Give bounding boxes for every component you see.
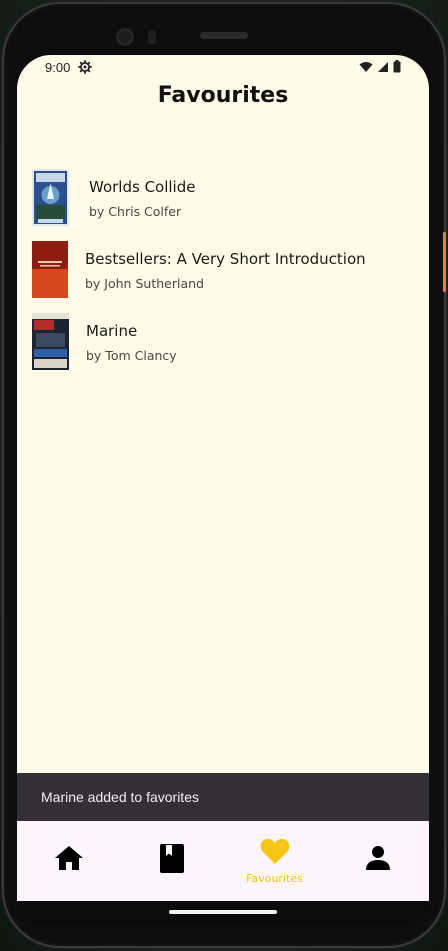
book-title: Worlds Collide (89, 178, 196, 196)
proximity-sensor (148, 30, 156, 44)
person-icon (365, 846, 390, 870)
power-button (443, 232, 446, 292)
wifi-icon (359, 61, 373, 72)
nav-home[interactable] (17, 821, 120, 901)
book-title: Bestsellers: A Very Short Introduction (85, 250, 366, 268)
heart-icon (260, 838, 289, 864)
nav-label-favourites: Favourites (246, 872, 303, 885)
nav-books[interactable] (120, 821, 223, 901)
book-cover (32, 241, 68, 298)
status-icons (359, 60, 401, 73)
snackbar: Marine added to favorites (17, 773, 429, 821)
book-author: by Chris Colfer (89, 204, 182, 219)
home-icon (54, 846, 83, 870)
signal-icon (378, 61, 388, 72)
favourite-item[interactable]: Bestsellers: A Very Short Introduction b… (17, 241, 429, 301)
status-time: 9:00 (45, 60, 71, 75)
book-cover (32, 313, 69, 370)
bottom-navigation: Favourites (17, 821, 429, 901)
earpiece-speaker (200, 32, 248, 39)
book-icon (159, 844, 184, 873)
favourite-item[interactable]: Marine by Tom Clancy (17, 313, 429, 373)
nav-profile[interactable] (326, 821, 429, 901)
book-author: by Tom Clancy (86, 348, 177, 363)
front-camera (116, 28, 134, 46)
status-bar: 9:00 (17, 55, 429, 81)
snackbar-message: Marine added to favorites (41, 789, 199, 805)
book-cover (32, 169, 69, 226)
home-indicator[interactable] (169, 910, 277, 914)
book-author: by John Sutherland (85, 276, 204, 291)
battery-icon (393, 60, 401, 73)
page-title: Favourites (157, 83, 289, 108)
nav-favourites[interactable]: Favourites (223, 821, 326, 901)
gear-icon (78, 60, 92, 74)
book-title: Marine (86, 322, 138, 340)
favourite-item[interactable]: Worlds Collide by Chris Colfer (17, 169, 429, 229)
app-screen: 9:00 Favourites Worlds Collide by Chris … (17, 55, 429, 901)
